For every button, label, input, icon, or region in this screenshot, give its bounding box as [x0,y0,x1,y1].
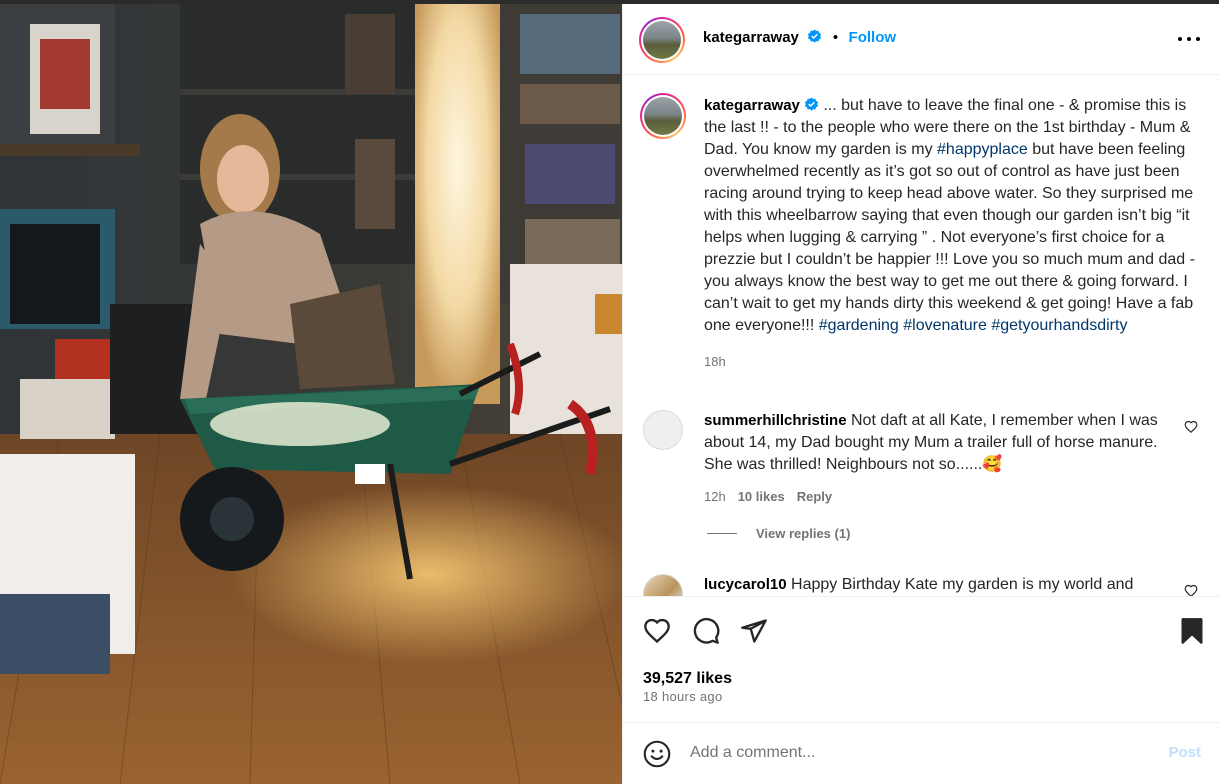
like-heart-icon[interactable] [643,617,671,645]
post-timestamp[interactable]: 18 hours ago [643,689,723,704]
verified-badge-icon [804,97,818,111]
caption-timestamp[interactable]: 18h [704,351,1204,373]
view-replies-line [707,533,737,534]
comment-text: Happy Birthday Kate my garden is my worl… [791,576,1134,593]
hashtag-link[interactable]: #getyourhandsdirty [991,317,1127,334]
caption-text-continued: but have been feeling overwhelmed recent… [704,141,1195,334]
caption-author-avatar[interactable] [640,93,686,139]
post-photo-illustration [0,4,622,784]
comments-scroll-area[interactable]: kategarraway ... but have to leave the f… [623,76,1219,596]
header-username[interactable]: kategarraway [703,29,799,46]
comment-emoji: 🥰 [982,456,1003,473]
commenter-avatar[interactable] [643,410,683,450]
separator-dot: • [832,29,839,46]
action-bar [623,596,1219,726]
emoji-icon[interactable] [643,740,671,768]
comment-like-heart-icon[interactable] [1184,420,1198,434]
author-avatar[interactable] [639,17,685,63]
save-bookmark-icon[interactable] [1178,617,1206,645]
view-replies-button[interactable]: View replies (1) [756,526,850,541]
share-icon[interactable] [740,617,768,645]
caption-username[interactable]: kategarraway [704,97,800,114]
comment-like-heart-icon[interactable] [1184,584,1198,596]
comment-icon[interactable] [692,617,720,645]
likes-count[interactable]: 39,527 likes [643,670,732,688]
reply-button[interactable]: Reply [797,489,832,504]
hashtag-link[interactable]: #happyplace [937,141,1028,158]
commenter-username[interactable]: lucycarol10 [704,576,787,593]
post-header: kategarraway • Follow [623,4,1219,75]
follow-button[interactable]: Follow [849,29,897,46]
comment-text-block: summerhillchristine Not daft at all Kate… [704,410,1162,508]
commenter-avatar[interactable] [643,574,683,596]
comment-timestamp[interactable]: 12h [704,489,726,504]
header-user-row: kategarraway • Follow [703,29,896,47]
post-side-panel: kategarraway • Follow kategarraway ... b… [622,4,1219,784]
post-image[interactable] [0,4,622,784]
add-comment-bar: Post [623,722,1219,784]
comment-text-block: lucycarol10 Happy Birthday Kate my garde… [704,574,1162,596]
commenter-username[interactable]: summerhillchristine [704,412,847,429]
hashtag-link[interactable]: #lovenature [903,317,987,334]
comment-meta: 12h 10 likes Reply [704,486,1162,508]
comment-likes-count[interactable]: 10 likes [738,489,785,504]
caption-text-block: kategarraway ... but have to leave the f… [704,95,1204,373]
more-icon[interactable] [1178,28,1200,50]
post-comment-button[interactable]: Post [1168,744,1201,761]
verified-badge-icon [808,29,822,43]
comment-input[interactable] [690,741,1130,765]
hashtag-link[interactable]: #gardening [819,317,899,334]
